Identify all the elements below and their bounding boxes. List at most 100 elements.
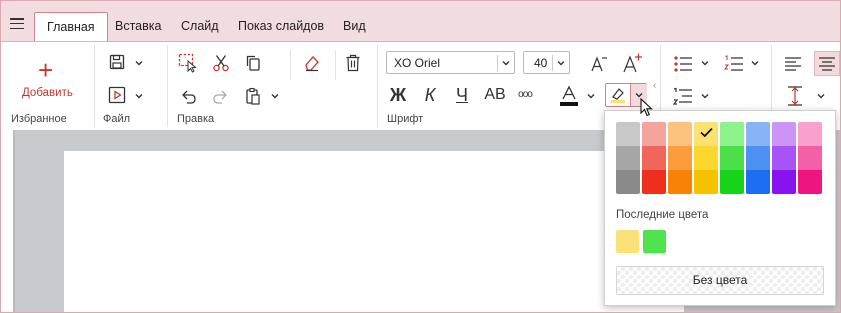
eraser-icon[interactable] bbox=[301, 52, 323, 74]
font-family-select[interactable]: XO Oriel bbox=[386, 51, 515, 74]
tab-slideshow[interactable]: Показ слайдов bbox=[226, 12, 336, 42]
tab-home[interactable]: Главная bbox=[34, 12, 108, 43]
color-swatch[interactable] bbox=[772, 122, 796, 146]
chevron-down-icon[interactable] bbox=[270, 91, 280, 101]
tab-insert[interactable]: Вставка bbox=[103, 12, 173, 42]
color-swatch[interactable] bbox=[694, 146, 718, 170]
copy-icon[interactable] bbox=[242, 52, 264, 74]
trash-icon[interactable] bbox=[342, 52, 364, 74]
color-swatch[interactable] bbox=[746, 146, 770, 170]
recent-color-swatch[interactable] bbox=[643, 230, 666, 253]
recent-color-swatch[interactable] bbox=[616, 230, 639, 253]
add-button[interactable]: Добавить bbox=[22, 87, 73, 99]
undo-icon[interactable] bbox=[177, 85, 199, 107]
decrease-font-icon[interactable] bbox=[588, 52, 610, 74]
group-label-favorites: Избранное bbox=[11, 113, 67, 125]
color-swatch[interactable] bbox=[668, 146, 692, 170]
divider bbox=[335, 50, 336, 80]
underline-button[interactable]: Ч bbox=[451, 84, 473, 106]
tab-slide[interactable]: Слайд bbox=[169, 12, 231, 42]
color-swatch[interactable] bbox=[798, 122, 822, 146]
palette-column bbox=[772, 122, 796, 194]
align-left-icon[interactable] bbox=[782, 53, 804, 75]
mouse-cursor-icon bbox=[640, 98, 653, 117]
highlight-color-popup: Последние цвета Без цвета bbox=[604, 110, 836, 306]
chevron-left-icon: ‹ bbox=[653, 80, 657, 91]
divider bbox=[13, 130, 15, 312]
color-swatch[interactable] bbox=[668, 122, 692, 146]
palette-column bbox=[668, 122, 692, 194]
tab-bar: Главная Вставка Слайд Показ слайдов Вид bbox=[1, 1, 840, 43]
chevron-down-icon bbox=[557, 61, 565, 66]
save-icon[interactable] bbox=[107, 52, 127, 72]
color-swatch[interactable] bbox=[694, 170, 718, 194]
caps-button[interactable]: АВ bbox=[482, 84, 508, 106]
chevron-down-icon[interactable] bbox=[134, 91, 144, 101]
color-swatch[interactable] bbox=[746, 170, 770, 194]
color-swatch[interactable] bbox=[642, 122, 666, 146]
divider bbox=[497, 55, 498, 71]
no-color-button[interactable]: Без цвета bbox=[616, 266, 824, 295]
font-family-value: XO Oriel bbox=[394, 56, 441, 70]
line-spacing-icon[interactable] bbox=[785, 85, 805, 107]
chevron-down-icon[interactable] bbox=[700, 58, 710, 68]
palette-column bbox=[642, 122, 666, 194]
chevron-down-icon[interactable] bbox=[816, 91, 826, 101]
chevron-down-icon bbox=[502, 61, 510, 66]
color-swatch[interactable] bbox=[616, 170, 640, 194]
color-swatch[interactable] bbox=[668, 170, 692, 194]
color-swatch[interactable] bbox=[772, 170, 796, 194]
color-swatch[interactable] bbox=[616, 122, 640, 146]
palette-column bbox=[798, 122, 822, 194]
font-size-value: 40 bbox=[534, 56, 548, 70]
paste-icon[interactable] bbox=[242, 85, 264, 107]
palette-column bbox=[616, 122, 640, 194]
font-color-icon[interactable] bbox=[557, 84, 581, 108]
bullet-list-icon[interactable] bbox=[672, 53, 694, 75]
tab-view[interactable]: Вид bbox=[331, 12, 378, 42]
color-swatch[interactable] bbox=[798, 146, 822, 170]
divider bbox=[167, 45, 168, 127]
app-window: Главная Вставка Слайд Показ слайдов Вид … bbox=[0, 0, 841, 313]
divider bbox=[552, 55, 553, 71]
recent-colors-label: Последние цвета bbox=[616, 209, 709, 221]
cut-icon[interactable] bbox=[210, 52, 232, 74]
color-swatch[interactable] bbox=[642, 146, 666, 170]
slide-panel-edge bbox=[1, 130, 13, 312]
color-swatch[interactable] bbox=[772, 146, 796, 170]
group-label-file: Файл bbox=[103, 113, 131, 125]
color-swatch[interactable] bbox=[616, 146, 640, 170]
align-center-icon[interactable] bbox=[814, 51, 840, 76]
color-swatch[interactable] bbox=[720, 122, 744, 146]
font-size-select[interactable]: 40 bbox=[523, 51, 570, 74]
group-label-font: Шрифт bbox=[387, 113, 424, 125]
increase-font-icon[interactable] bbox=[620, 51, 644, 75]
divider bbox=[290, 50, 291, 80]
italic-button[interactable]: К bbox=[419, 84, 441, 106]
more-options-button[interactable]: ooo bbox=[514, 84, 536, 106]
palette-column bbox=[746, 122, 770, 194]
chevron-down-icon[interactable] bbox=[586, 91, 596, 101]
multilevel-list-icon[interactable] bbox=[672, 85, 694, 107]
chevron-down-icon[interactable] bbox=[700, 91, 710, 101]
color-swatch[interactable] bbox=[798, 170, 822, 194]
color-swatch[interactable] bbox=[720, 146, 744, 170]
slide-canvas[interactable] bbox=[64, 151, 684, 312]
color-swatch[interactable] bbox=[694, 122, 718, 146]
add-icon[interactable]: + bbox=[38, 57, 53, 83]
group-label-edit: Правка bbox=[177, 113, 215, 125]
color-swatch[interactable] bbox=[746, 122, 770, 146]
color-swatch[interactable] bbox=[642, 170, 666, 194]
bold-button[interactable]: Ж bbox=[387, 84, 409, 106]
play-icon[interactable] bbox=[107, 85, 127, 105]
divider bbox=[94, 45, 95, 127]
redo-icon[interactable] bbox=[210, 85, 232, 107]
checkmark-icon bbox=[700, 127, 713, 138]
divider bbox=[377, 45, 378, 127]
chevron-down-icon[interactable] bbox=[750, 58, 760, 68]
select-icon[interactable] bbox=[177, 52, 199, 74]
numbered-list-icon[interactable] bbox=[723, 53, 745, 75]
menu-icon[interactable] bbox=[10, 18, 24, 30]
color-swatch[interactable] bbox=[720, 170, 744, 194]
chevron-down-icon[interactable] bbox=[134, 58, 144, 68]
